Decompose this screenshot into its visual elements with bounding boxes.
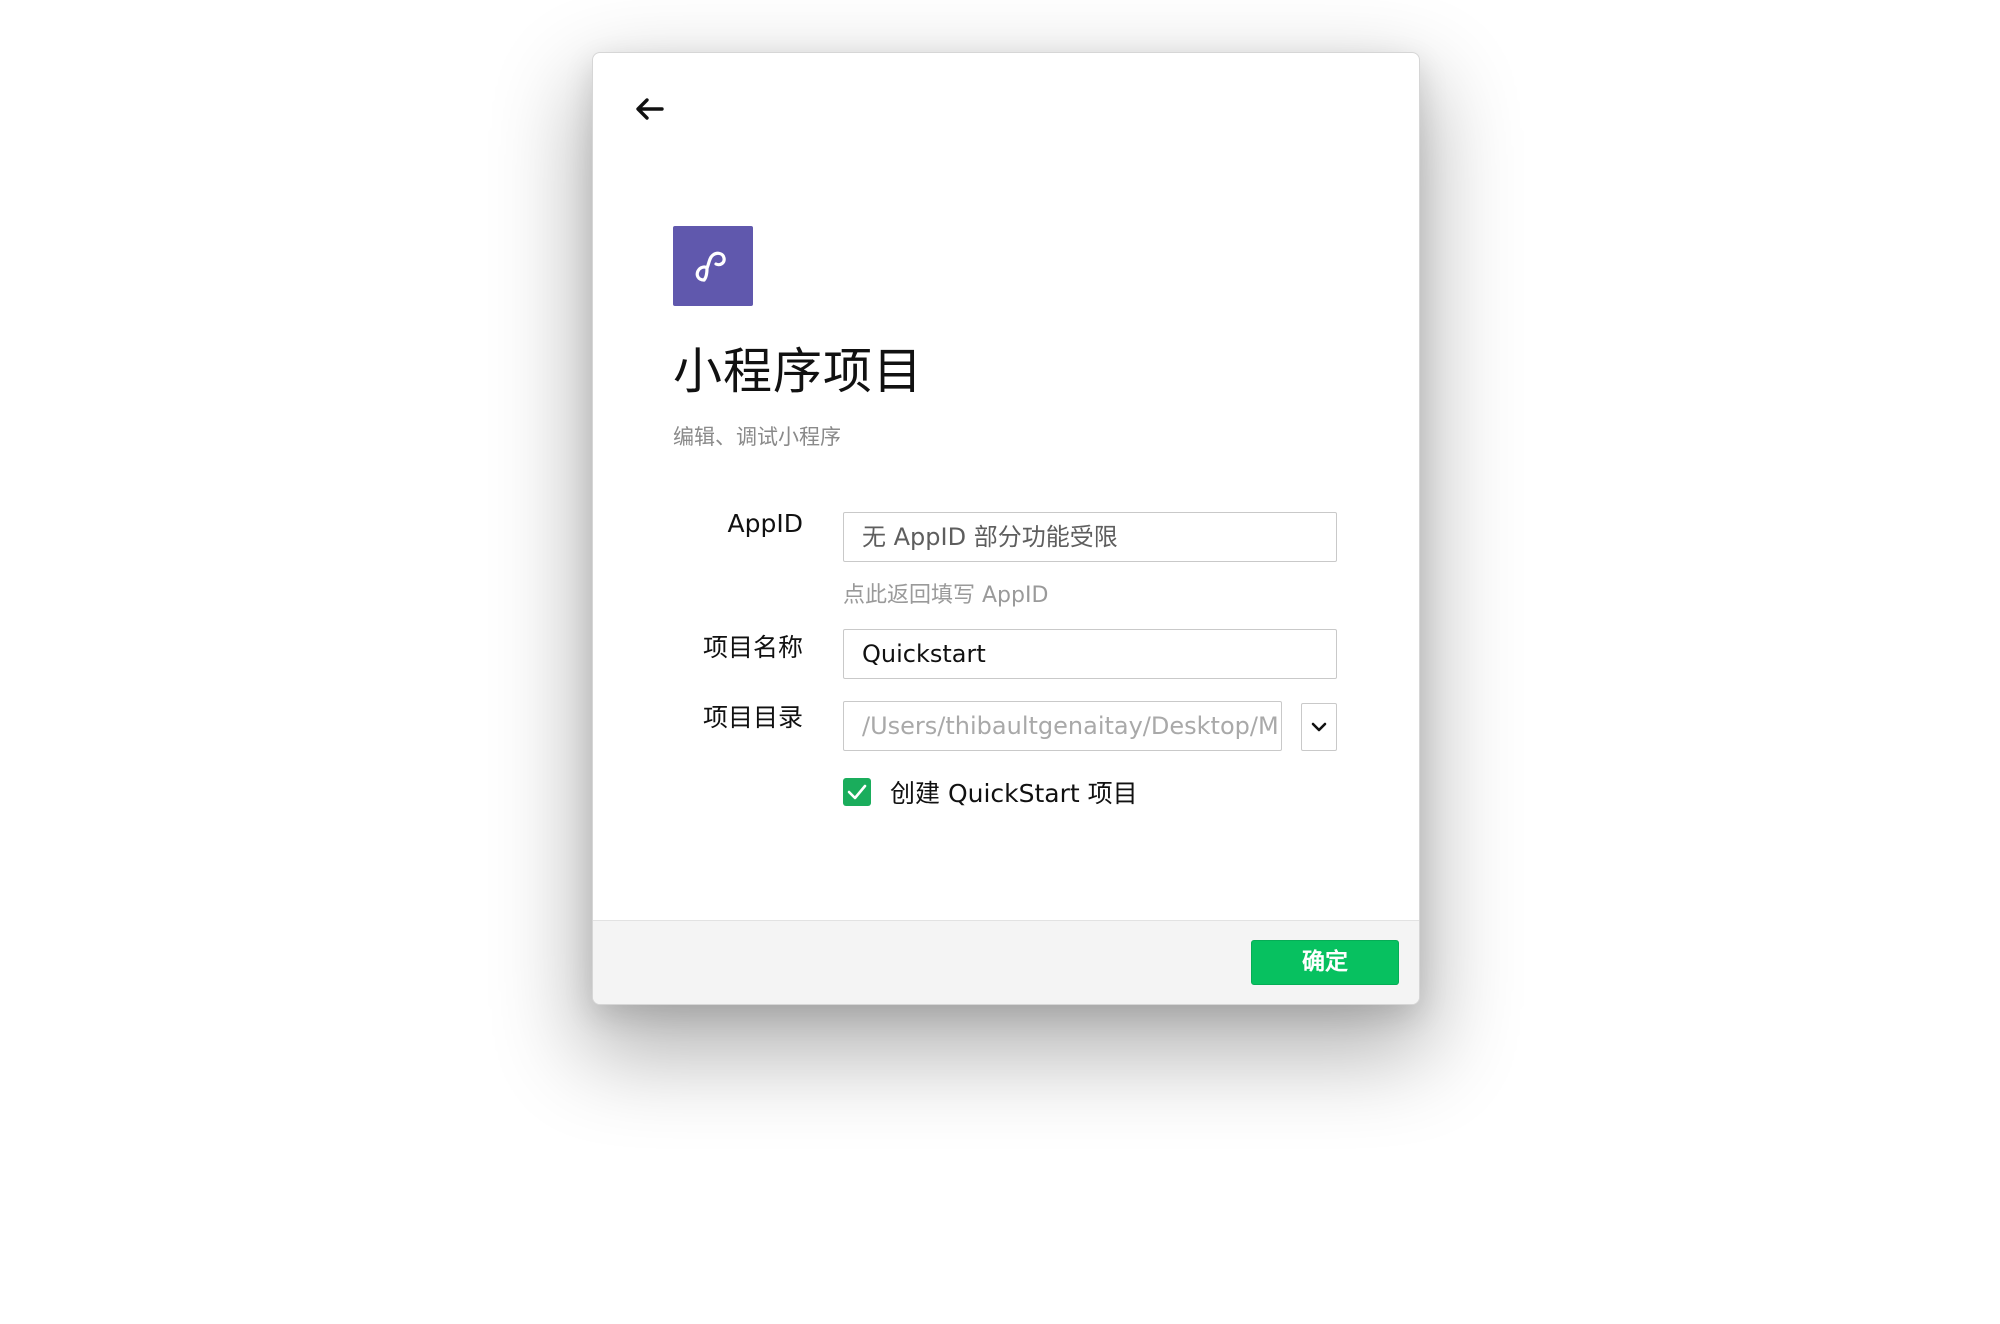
mini-program-logo — [673, 226, 753, 306]
back-button[interactable] — [629, 89, 669, 129]
dialog-footer: 确定 — [593, 920, 1419, 1004]
page-title: 小程序项目 — [673, 343, 924, 400]
check-icon — [847, 784, 867, 800]
appid-field[interactable]: 无 AppID 部分功能受限 — [843, 512, 1337, 562]
quickstart-checkbox[interactable] — [843, 778, 871, 806]
confirm-button[interactable]: 确定 — [1251, 940, 1399, 985]
new-project-dialog: 小程序项目 编辑、调试小程序 AppID 无 AppID 部分功能受限 点此返回… — [592, 52, 1420, 1005]
project-dir-input[interactable]: /Users/thibaultgenaitay/Desktop/M — [843, 701, 1282, 751]
chevron-down-icon — [1311, 722, 1327, 732]
arrow-left-icon — [636, 98, 664, 120]
page-subtitle: 编辑、调试小程序 — [673, 425, 841, 449]
project-dir-dropdown-button[interactable] — [1301, 703, 1337, 751]
project-name-input[interactable]: Quickstart — [843, 629, 1337, 679]
quickstart-checkbox-label[interactable]: 创建 QuickStart 项目 — [890, 774, 1138, 810]
appid-label: AppID — [727, 509, 803, 538]
project-dir-label: 项目目录 — [702, 703, 803, 732]
project-name-label: 项目名称 — [702, 633, 803, 662]
appid-return-link[interactable]: 点此返回填写 AppID — [843, 577, 1048, 609]
mini-program-logo-icon — [695, 251, 726, 282]
